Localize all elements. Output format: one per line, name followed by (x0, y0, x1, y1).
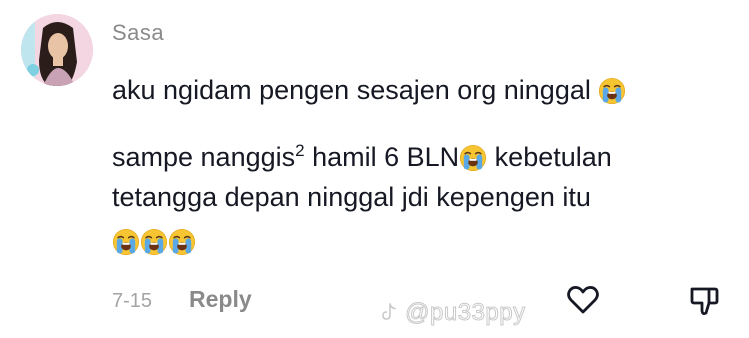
loudly-crying-face-icon (140, 228, 168, 256)
comment-line-4 (112, 221, 732, 261)
comment-date: 7-15 (112, 290, 153, 312)
loudly-crying-face-icon (168, 228, 196, 256)
thumbs-down-icon (690, 287, 719, 315)
comment-text-segment: sampe nanggis (112, 142, 296, 172)
reply-button[interactable]: Reply (189, 286, 252, 313)
comment-text-segment: kebetulan (487, 142, 612, 172)
watermark: @pu33ppy (380, 299, 526, 327)
superscript-two: 2 (295, 141, 305, 160)
comment-username[interactable]: Sasa (112, 20, 164, 46)
dislike-button[interactable] (688, 284, 722, 318)
avatar[interactable] (21, 14, 93, 86)
comment-text-segment: aku ngidam pengen sesajen org ninggal (112, 75, 591, 105)
comment-line-3: tetangga depan ninggal jdi kepengen itu (112, 177, 732, 217)
loudly-crying-face-icon (598, 77, 626, 105)
loudly-crying-face-icon (112, 228, 140, 256)
comment-line-1: aku ngidam pengen sesajen org ninggal (112, 70, 732, 110)
like-button[interactable] (566, 284, 600, 316)
comment-text-segment: tetangga depan ninggal jdi kepengen itu (112, 182, 591, 212)
heart-icon (567, 286, 599, 314)
comment-text: aku ngidam pengen sesajen org ninggal sa… (112, 70, 732, 261)
comment-text-segment: hamil 6 BLN (304, 142, 460, 172)
watermark-handle: @pu33ppy (405, 299, 526, 327)
comment-line-2: sampe nanggis2 hamil 6 BLN kebetulan (112, 131, 732, 177)
loudly-crying-face-icon (459, 144, 487, 172)
tiktok-logo-icon (382, 303, 396, 320)
comment-footer: 7-15 Reply @pu33ppy (112, 284, 732, 327)
